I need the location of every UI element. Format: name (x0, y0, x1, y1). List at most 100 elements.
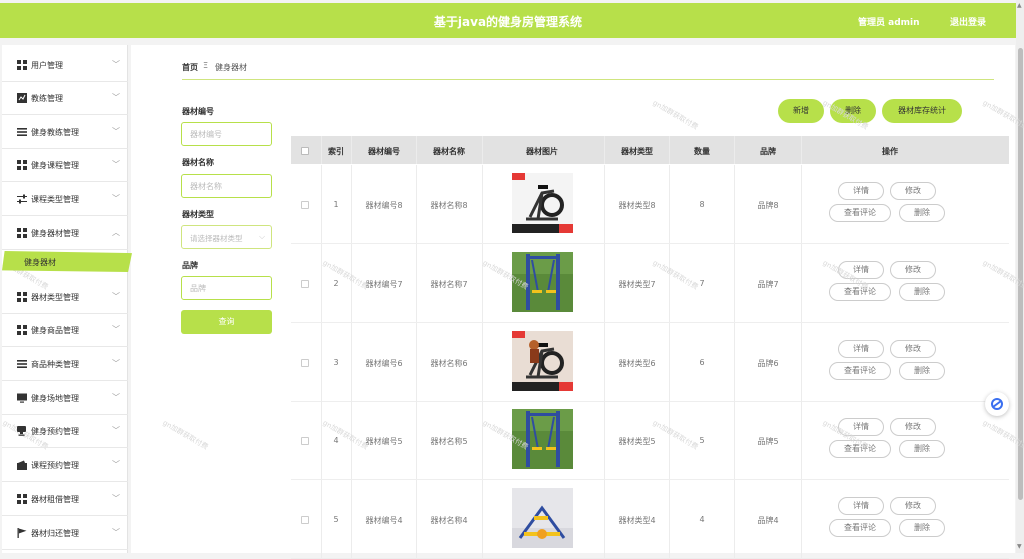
sidebar-item-4[interactable]: 健身课程管理 ﹀ (2, 148, 128, 182)
detail-button[interactable]: 详情 (838, 182, 884, 200)
grid-icon (17, 60, 27, 70)
column-divider (482, 401, 483, 479)
sidebar-item-5[interactable]: 课程类型管理 ﹀ (2, 182, 128, 216)
sidebar-item-1[interactable]: 用户管理 ﹀ (2, 48, 128, 82)
scroll-up-icon[interactable]: ▲ (1017, 2, 1022, 9)
top-header: 基于java的健身房管理系统 管理员 admin 退出登录 (0, 3, 1016, 38)
exercise-bike-image (512, 173, 573, 233)
table-header: 索引 器材编号 器材名称 器材图片 器材类型 数量 品牌 操作 (291, 136, 1009, 164)
detail-button[interactable]: 详情 (838, 340, 884, 358)
name-input[interactable] (181, 174, 272, 198)
column-header: 操作 (882, 147, 898, 156)
floating-help-button[interactable] (985, 392, 1009, 416)
sidebar-item-3[interactable]: 健身教练管理 ﹀ (2, 115, 128, 149)
chevron-down-icon: ﹀ (112, 528, 120, 537)
sidebar-item-9[interactable]: 商品种类管理 ﹀ (2, 347, 128, 381)
add-button[interactable]: 新增 (778, 99, 824, 123)
sidebar-item-label: 教练管理 (31, 94, 63, 103)
sidebar-item-13[interactable]: 器材租借管理 ﹀ (2, 482, 128, 516)
sidebar-item-12[interactable]: 课程预约管理 ﹀ (2, 448, 128, 482)
column-divider (482, 480, 483, 558)
sidebar-item-label: 健身课程管理 (31, 161, 79, 170)
view-comments-button[interactable]: 查看评论 (829, 519, 891, 537)
detail-button[interactable]: 详情 (838, 497, 884, 515)
delete-row-button[interactable]: 删除 (899, 283, 945, 301)
column-divider (734, 165, 735, 243)
column-divider (801, 165, 802, 243)
column-divider (734, 323, 735, 401)
logout-link[interactable]: 退出登录 (950, 15, 986, 28)
scroll-down-icon[interactable]: ▼ (1017, 543, 1022, 550)
sidebar-subitem-label: 健身器材 (24, 258, 56, 267)
current-user: 管理员 admin (858, 18, 920, 28)
column-divider (604, 136, 605, 164)
chevron-up-icon: ︿ (112, 228, 120, 237)
sidebar-item-14[interactable]: 器材归还管理 ﹀ (2, 516, 128, 550)
delete-row-button[interactable]: 删除 (899, 519, 945, 537)
sidebar-item-label: 器材归还管理 (31, 529, 79, 538)
list-icon (17, 360, 27, 368)
cell-qty: 8 (699, 200, 705, 209)
sidebar-item-11[interactable]: 健身预约管理 ﹀ (2, 414, 128, 448)
table-row: 3 器材编号6 器材名称6 器材类型6 6 品牌6 详情 修改 查看评论 删除 (291, 323, 1009, 402)
edit-button[interactable]: 修改 (890, 418, 936, 436)
inventory-stats-button[interactable]: 器材库存统计 (882, 99, 962, 123)
cell-type: 器材类型5 (618, 437, 656, 446)
cell-type: 器材类型7 (618, 280, 656, 289)
sidebar-item-label: 课程预约管理 (31, 461, 79, 470)
flag-icon (17, 528, 27, 538)
cell-name: 器材名称7 (430, 280, 468, 289)
edit-button[interactable]: 修改 (890, 261, 936, 279)
sidebar-item-6[interactable]: 健身器材管理 ︿ (2, 216, 128, 250)
cell-name: 器材名称4 (430, 516, 468, 525)
column-header: 器材图片 (526, 147, 558, 156)
sidebar-item-label: 健身场地管理 (31, 394, 79, 403)
equipment-image[interactable] (512, 488, 573, 548)
column-header: 品牌 (760, 147, 776, 156)
cell-type: 器材类型6 (618, 359, 656, 368)
cell-code: 器材编号8 (365, 201, 403, 210)
edit-button[interactable]: 修改 (890, 340, 936, 358)
sidebar-item-10[interactable]: 健身场地管理 ﹀ (2, 381, 128, 415)
cell-qty: 6 (699, 358, 705, 367)
delete-row-button[interactable]: 删除 (899, 440, 945, 458)
table-row: 1 器材编号8 器材名称8 器材类型8 8 品牌8 详情 修改 查看评论 删除 (291, 165, 1009, 244)
playground-equipment-image (512, 488, 573, 548)
sidebar-item-2[interactable]: 教练管理 ﹀ (2, 81, 128, 115)
chart-icon (17, 93, 27, 103)
cell-brand: 品牌5 (757, 437, 779, 446)
code-input[interactable] (181, 122, 272, 146)
delete-row-button[interactable]: 删除 (899, 362, 945, 380)
brand-input[interactable] (181, 276, 272, 300)
breadcrumb-home[interactable]: 首页 (182, 62, 198, 73)
view-comments-button[interactable]: 查看评论 (829, 204, 891, 222)
sidebar-item-8[interactable]: 健身商品管理 ﹀ (2, 313, 128, 347)
type-select[interactable]: 请选择器材类型 ⌵ (181, 225, 272, 249)
sidebar-item-label: 器材租借管理 (31, 495, 79, 504)
column-divider (482, 244, 483, 322)
column-divider (482, 165, 483, 243)
equipment-image[interactable] (512, 331, 573, 391)
scrollbar-thumb[interactable] (1018, 48, 1023, 500)
column-divider (801, 323, 802, 401)
edit-button[interactable]: 修改 (890, 497, 936, 515)
column-divider (482, 323, 483, 401)
sidebar-item-label: 健身器材管理 (31, 229, 79, 238)
chevron-down-icon: ﹀ (112, 127, 120, 136)
sidebar-item-label: 器材类型管理 (31, 293, 79, 302)
table-row: 4 器材编号5 器材名称5 器材类型5 5 品牌5 详情 修改 查看评论 删除 (291, 401, 1009, 480)
cell-brand: 品牌7 (757, 280, 779, 289)
chevron-down-icon: ﹀ (112, 325, 120, 334)
grid-icon (17, 292, 27, 302)
sidebar-subitem-equipment[interactable]: 健身器材 (2, 251, 132, 272)
sidebar-item-7[interactable]: 器材类型管理 ﹀ (2, 280, 128, 314)
grid-icon (17, 325, 27, 335)
search-button[interactable]: 查询 (181, 310, 272, 334)
chevron-down-icon: ﹀ (112, 359, 120, 368)
column-header: 器材类型 (621, 147, 653, 156)
view-comments-button[interactable]: 查看评论 (829, 362, 891, 380)
cup-icon (17, 426, 26, 436)
equipment-image[interactable] (512, 173, 573, 233)
delete-row-button[interactable]: 删除 (899, 204, 945, 222)
edit-button[interactable]: 修改 (890, 182, 936, 200)
